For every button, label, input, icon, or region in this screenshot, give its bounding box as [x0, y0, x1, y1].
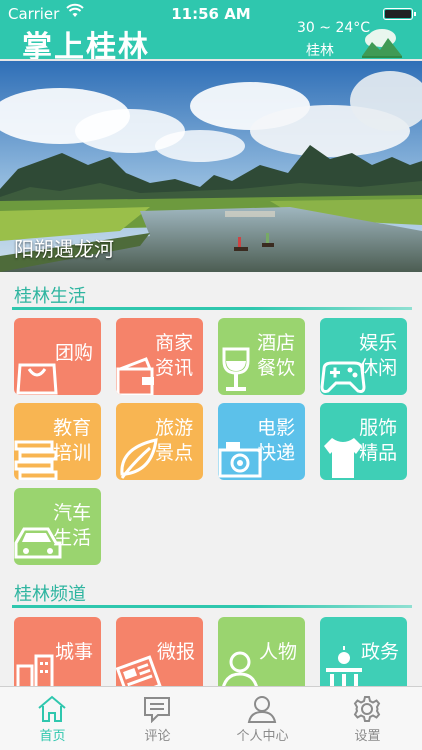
- banner-caption: 阳朔遇龙河: [14, 237, 114, 261]
- battery-icon: [383, 8, 416, 20]
- tile-tourism[interactable]: 旅游 景点: [116, 403, 203, 480]
- tab-label: 首页: [39, 729, 66, 744]
- tile-label-line2: 资讯: [155, 357, 194, 379]
- tile-label-line2: 景点: [155, 442, 194, 464]
- section-title-life: 桂林生活: [14, 286, 86, 307]
- tile-label: 酒店 餐饮: [255, 331, 297, 381]
- tile-label-line1: 酒店: [257, 332, 296, 354]
- tab-settings[interactable]: 设置: [315, 687, 420, 750]
- home-icon: [38, 695, 66, 722]
- tile-label: 服饰 精品: [357, 416, 399, 466]
- tile-hotel-dining[interactable]: 酒店 餐饮: [218, 318, 305, 395]
- tile-label-line2: 餐饮: [257, 357, 296, 379]
- tile-government[interactable]: 政务: [320, 617, 407, 694]
- tab-profile[interactable]: 个人中心: [210, 687, 315, 750]
- tile-micro-news[interactable]: 微报: [116, 617, 203, 694]
- tile-movie-delivery[interactable]: 电影 快递: [218, 403, 305, 480]
- tile-label: 教育 培训: [51, 416, 93, 466]
- tile-label-line2: 精品: [359, 442, 398, 464]
- section-divider: [12, 307, 412, 310]
- city-label[interactable]: 桂林: [306, 40, 334, 60]
- cloudy-mountain-icon[interactable]: [360, 24, 404, 58]
- tile-entertainment[interactable]: 娱乐 休闲: [320, 318, 407, 395]
- tab-home[interactable]: 首页: [0, 687, 105, 750]
- tile-label-line1: 电影: [257, 417, 296, 439]
- tile-label: 城事: [54, 641, 93, 663]
- tile-label-line1: 教育: [53, 417, 92, 439]
- tile-merchant-news[interactable]: 商家 资讯: [116, 318, 203, 395]
- tile-fashion[interactable]: 服饰 精品: [320, 403, 407, 480]
- tab-label: 设置: [354, 729, 381, 744]
- tile-label-line1: 服饰: [359, 417, 398, 439]
- tile-people[interactable]: 人物: [218, 617, 305, 694]
- tab-label: 个人中心: [236, 729, 289, 744]
- tile-label-line1: 汽车: [53, 502, 92, 524]
- section-divider: [12, 605, 412, 608]
- tile-city-news[interactable]: 城事: [14, 617, 101, 694]
- tile-label-line1: 娱乐: [359, 332, 398, 354]
- user-icon: [247, 696, 277, 723]
- gear-icon: [353, 696, 381, 722]
- tile-label-line2: 快递: [257, 442, 296, 464]
- section-title-channel: 桂林频道: [14, 584, 86, 605]
- tile-label: 团购: [54, 342, 93, 364]
- tile-education[interactable]: 教育 培训: [14, 403, 101, 480]
- tile-label: 微报: [156, 641, 195, 663]
- tile-auto-life[interactable]: 汽车 生活: [14, 488, 101, 565]
- tile-label: 旅游 景点: [153, 416, 195, 466]
- banner-carousel[interactable]: 阳朔遇龙河: [0, 61, 422, 272]
- tab-comment[interactable]: 评论: [105, 687, 210, 750]
- comment-icon: [144, 697, 170, 723]
- tile-label: 政务: [360, 641, 399, 663]
- tile-label: 商家 资讯: [153, 331, 195, 381]
- tile-label-line2: 培训: [53, 442, 92, 464]
- app-header: 掌上桂林 30 ~ 24°C 桂林: [0, 20, 422, 65]
- tab-label: 评论: [144, 729, 171, 744]
- tile-label-line1: 旅游: [155, 417, 194, 439]
- tile-label-line2: 生活: [53, 527, 92, 549]
- wine-glass-icon: [222, 347, 250, 391]
- tile-group-buy[interactable]: 团购: [14, 318, 101, 395]
- tab-bar: 首页 评论 个人中心 设置: [0, 686, 422, 750]
- tile-label-line2: 休闲: [359, 357, 398, 379]
- tile-label: 汽车 生活: [51, 501, 93, 551]
- tile-label: 人物: [258, 641, 297, 663]
- tile-label: 娱乐 休闲: [357, 331, 399, 381]
- tile-label: 电影 快递: [255, 416, 297, 466]
- tile-label-line1: 商家: [155, 332, 194, 354]
